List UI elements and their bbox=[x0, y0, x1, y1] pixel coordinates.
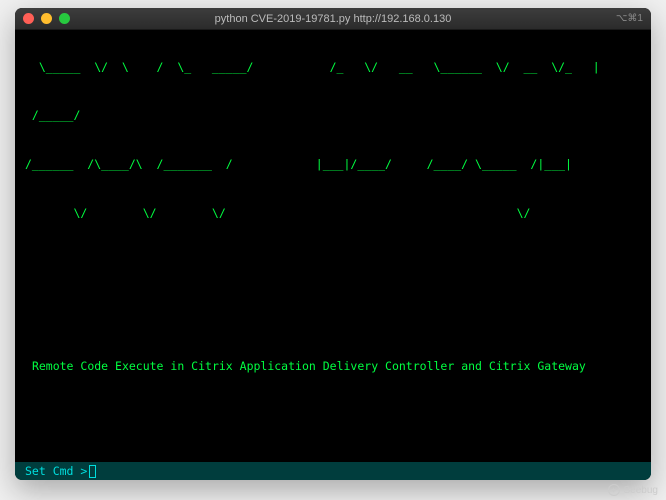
titlebar-shortcut: ⌥⌘1 bbox=[616, 13, 643, 24]
ascii-art-line: /_____/ bbox=[25, 108, 641, 122]
close-icon[interactable] bbox=[23, 13, 34, 24]
ascii-art-line: /______ /\____/\ /_______ / |___|/____/ … bbox=[25, 157, 641, 171]
prompt-line[interactable]: Set Cmd > bbox=[15, 462, 651, 480]
window-title: python CVE-2019-19781.py http://192.168.… bbox=[15, 13, 651, 25]
cursor-icon bbox=[89, 465, 96, 478]
minimize-icon[interactable] bbox=[41, 13, 52, 24]
ascii-art-line: \/ \/ \/ \/ bbox=[25, 206, 641, 220]
maximize-icon[interactable] bbox=[59, 13, 70, 24]
bug-icon: ✦ bbox=[608, 484, 620, 496]
titlebar: python CVE-2019-19781.py http://192.168.… bbox=[15, 8, 651, 30]
terminal-window: python CVE-2019-19781.py http://192.168.… bbox=[15, 8, 651, 480]
watermark: ✦ Seebug bbox=[608, 484, 658, 496]
ascii-art-line: \_____ \/ \ / \_ _____/ /_ \/ __ \______… bbox=[25, 60, 641, 74]
traffic-lights bbox=[23, 13, 70, 24]
prompt-text: Set Cmd > bbox=[25, 464, 87, 478]
watermark-text: Seebug bbox=[624, 485, 658, 496]
exploit-title: Remote Code Execute in Citrix Applicatio… bbox=[25, 358, 641, 375]
terminal-output[interactable]: \_____ \/ \ / \_ _____/ /_ \/ __ \______… bbox=[15, 30, 651, 462]
